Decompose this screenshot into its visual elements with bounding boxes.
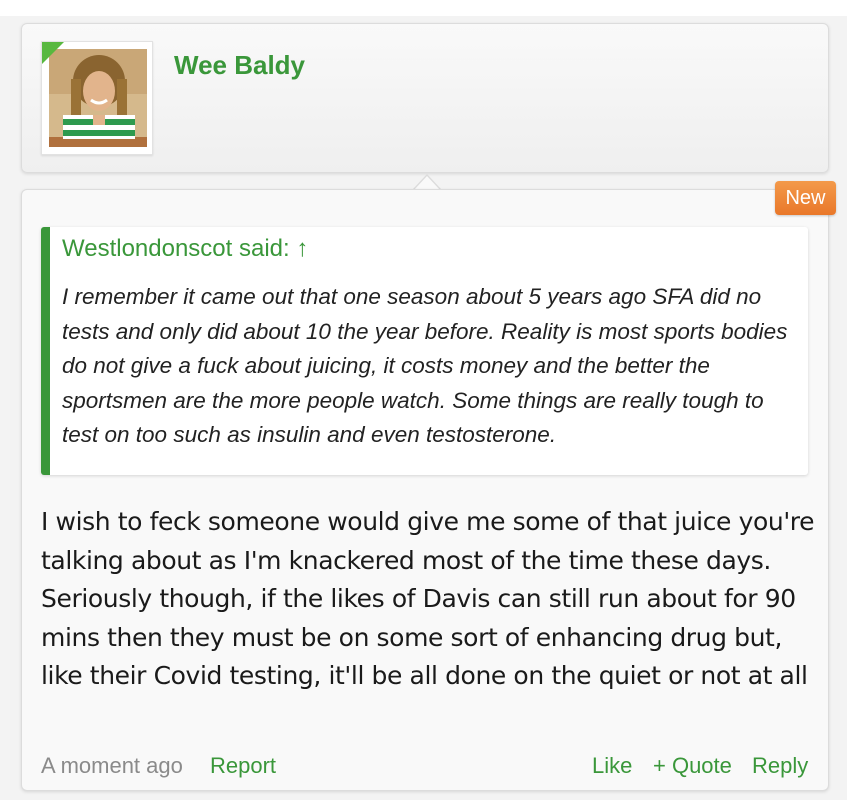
quote-text: I remember it came out that one season a…	[62, 284, 788, 447]
timestamp[interactable]: A moment ago	[41, 753, 183, 779]
message-text: I wish to feck someone would give me som…	[41, 507, 815, 690]
message-footer: A moment ago Report Like + Quote Reply	[41, 753, 808, 783]
username-link[interactable]: Wee Baldy	[174, 50, 305, 81]
online-indicator-icon	[42, 42, 64, 64]
new-badge: New	[775, 181, 836, 215]
user-header-card: Wee Baldy	[21, 23, 829, 173]
quote-block: Westlondonscot said: ↑ I remember it cam…	[41, 227, 808, 475]
quote-author-link[interactable]: Westlondonscot said: ↑	[62, 235, 308, 263]
avatar-frame[interactable]	[41, 41, 153, 155]
like-button[interactable]: Like	[592, 753, 632, 779]
reply-button[interactable]: Reply	[752, 753, 808, 779]
quote-button[interactable]: + Quote	[653, 753, 732, 779]
thread-page: Wee Baldy New Westlondonscot said: ↑ I r…	[0, 0, 847, 800]
report-link[interactable]: Report	[210, 753, 276, 779]
card-pointer-inner	[414, 176, 440, 190]
